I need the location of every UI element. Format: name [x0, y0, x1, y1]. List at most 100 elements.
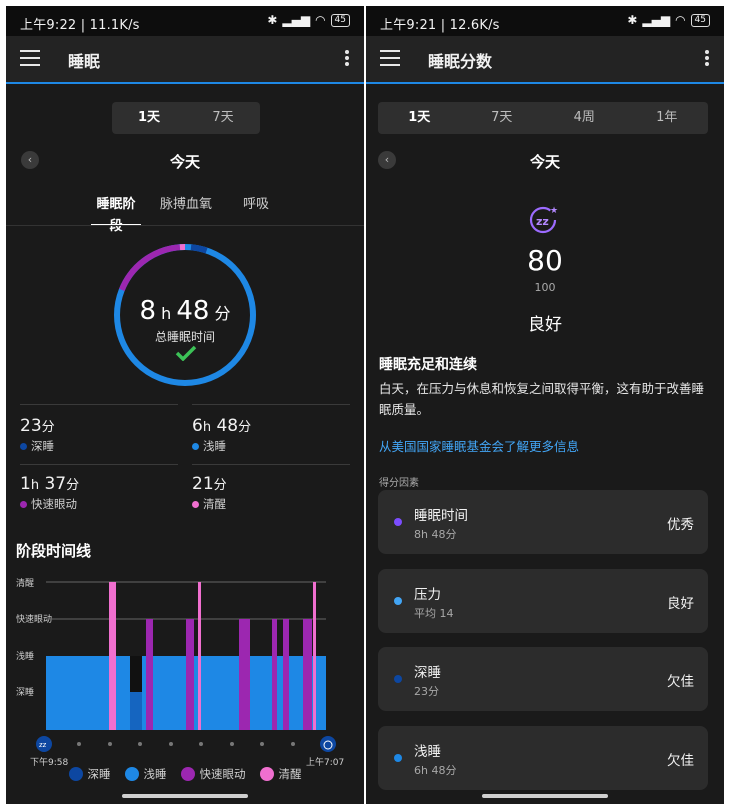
day-title: 今天 — [169, 153, 200, 171]
factor-dot-icon — [394, 597, 402, 605]
factor-name: 深睡 — [414, 665, 441, 681]
tab-pulse-ox[interactable]: 脉搏血氧 — [158, 194, 214, 226]
tab-sleep-stages[interactable]: 睡眠阶段 — [91, 194, 141, 234]
stat-awake: 21分 清醒 — [192, 474, 350, 512]
light-dot-icon — [192, 442, 199, 450]
factors-title: 得分因素 — [379, 478, 419, 489]
stat-rem-unit: 分 — [66, 478, 80, 493]
signal-icon: ▂▄▆ — [642, 13, 671, 27]
wifi-icon: ◠ — [675, 13, 686, 27]
legend-awake: 清醒 — [259, 766, 302, 782]
score-value: 80 — [527, 244, 563, 277]
stat-awake-unit: 分 — [213, 478, 227, 493]
range-tab-4week[interactable]: 4周 — [543, 102, 626, 134]
status-icons: ✱ ▂▄▆ ◠ 45 — [627, 13, 710, 27]
menu-icon[interactable] — [20, 50, 40, 66]
timeline-start-time: 下午9:58 — [30, 756, 68, 766]
ring-label: 总睡眠时间 — [154, 330, 215, 344]
factor-deep-sleep[interactable]: 深睡 23分 欠佳 — [378, 647, 708, 711]
range-tab-7day[interactable]: 7天 — [461, 102, 544, 134]
ring-hours: 8 — [139, 296, 156, 326]
stat-rem-label: 快速眼动 — [31, 497, 77, 511]
time-tick — [108, 742, 112, 746]
factor-detail: 8h 48分 — [414, 528, 457, 541]
appbar-accent-line — [6, 82, 364, 84]
sub-tabs: 睡眠阶段 脉搏血氧 呼吸 — [6, 194, 364, 234]
tab-respiration[interactable]: 呼吸 — [240, 194, 272, 226]
bluetooth-icon: ✱ — [627, 13, 638, 27]
home-indicator[interactable] — [482, 794, 608, 798]
stat-rem-hours: 1 — [20, 474, 31, 494]
check-icon — [175, 345, 197, 361]
stat-divider-top-right — [192, 404, 350, 405]
deep-sleep-block — [130, 692, 142, 730]
stat-divider-mid-left — [20, 464, 178, 465]
status-text: 上午9:21 | 12.6K/s — [380, 18, 500, 33]
legend-rem: 快速眼动 — [180, 766, 246, 782]
range-tab-1day[interactable]: 1天 — [112, 102, 186, 134]
time-tick — [260, 742, 264, 746]
range-tab-1year[interactable]: 1年 — [626, 102, 709, 134]
score-max: 100 — [534, 281, 556, 294]
stat-deep-unit: 分 — [41, 420, 55, 435]
app-bar: 睡眠 — [6, 36, 364, 82]
factor-detail: 6h 48分 — [414, 764, 457, 777]
gap-block — [130, 656, 142, 692]
bluetooth-icon: ✱ — [267, 13, 278, 27]
svg-text:★: ★ — [550, 206, 558, 216]
home-indicator[interactable] — [122, 794, 248, 798]
more-options-icon[interactable] — [344, 50, 350, 68]
legend-light: 浅睡 — [124, 766, 167, 782]
range-selector: 1天 7天 4周 1年 — [378, 102, 708, 134]
legend-awake-label: 清醒 — [278, 767, 302, 781]
factor-rating: 优秀 — [667, 517, 694, 533]
status-bar: 上午9:21 | 12.6K/s ✱ ▂▄▆ ◠ 45 — [366, 6, 724, 36]
stat-rem: 1h 37分 快速眼动 — [20, 474, 178, 512]
page-title: 睡眠分数 — [428, 52, 493, 71]
signal-icon: ▂▄▆ — [282, 13, 311, 27]
timeline-title: 阶段时间线 — [16, 542, 92, 560]
factor-dot-icon — [394, 675, 402, 683]
learn-more-link[interactable]: 从美国国家睡眠基金会了解更多信息 — [379, 436, 579, 455]
awake-bar-1 — [109, 582, 116, 730]
more-options-icon[interactable] — [704, 50, 710, 68]
menu-icon[interactable] — [380, 50, 400, 66]
range-tab-1day[interactable]: 1天 — [378, 102, 461, 134]
rem-bar-3 — [239, 619, 250, 730]
factor-detail: 平均 14 — [414, 607, 454, 620]
range-tab-7day[interactable]: 7天 — [186, 102, 260, 134]
rem-bar-1 — [146, 619, 153, 730]
ring-minutes: 48 — [176, 296, 210, 326]
tab-divider — [6, 225, 364, 226]
stage-timeline-chart: 清醒 快速眼动 浅睡 深睡 zz 下午9:58 上午7:07 — [16, 577, 344, 766]
sleep-zz-icon: zz ★ — [529, 206, 558, 234]
stat-light-h-unit: h — [202, 420, 212, 435]
y-label-light: 浅睡 — [16, 650, 34, 662]
legend-rem-label: 快速眼动 — [199, 767, 246, 781]
factor-stress[interactable]: 压力 平均 14 良好 — [378, 569, 708, 633]
factor-sleep-duration[interactable]: 睡眠时间 8h 48分 优秀 — [378, 490, 708, 554]
page-title: 睡眠 — [68, 52, 101, 71]
awake-bar-2 — [198, 582, 201, 730]
stat-light: 6h 48分 浅睡 — [192, 416, 350, 454]
alarm-clock-icon — [320, 736, 336, 752]
factor-name: 压力 — [414, 587, 441, 603]
stat-awake-label: 清醒 — [203, 497, 226, 511]
time-tick — [199, 742, 203, 746]
time-tick — [77, 742, 81, 746]
factor-dot-icon — [394, 518, 402, 526]
sleep-screen: 上午9:22 | 11.1K/s ✱ ▂▄▆ ◠ 45 睡眠 1天 7天 ‹ 今… — [6, 6, 364, 804]
rem-bar-6 — [303, 619, 312, 730]
factor-rating: 欠佳 — [667, 753, 694, 769]
rem-bar-2 — [186, 619, 194, 730]
rem-dot-icon — [20, 500, 27, 508]
time-tick — [169, 742, 173, 746]
total-sleep-value: 8 h 48 分 — [110, 296, 260, 326]
stat-divider-top-left — [20, 404, 178, 405]
factor-detail: 23分 — [414, 685, 439, 698]
appbar-accent-line — [366, 82, 724, 84]
factor-light-sleep[interactable]: 浅睡 6h 48分 欠佳 — [378, 726, 708, 790]
factor-rating: 欠佳 — [667, 674, 694, 690]
rem-legend-icon — [180, 767, 195, 781]
stat-light-label: 浅睡 — [203, 439, 226, 453]
